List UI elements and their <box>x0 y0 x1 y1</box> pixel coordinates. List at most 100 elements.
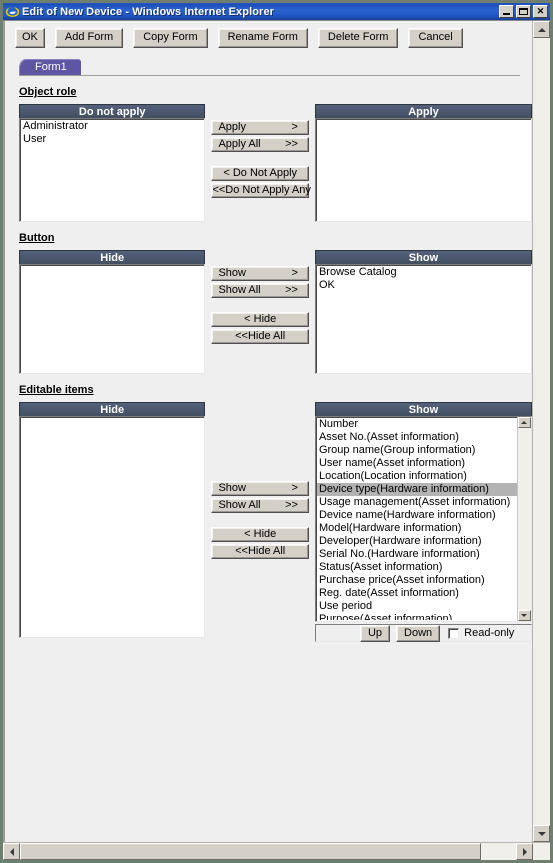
hide-all-button-label: <<Hide All <box>235 330 286 342</box>
list-item-selected[interactable]: Device type(Hardware information) <box>316 483 517 496</box>
section-title-editable-items: Editable items <box>19 384 94 396</box>
section-title-button: Button <box>19 232 55 244</box>
page-horizontal-scrollbar[interactable] <box>3 842 550 860</box>
editable-show-all-button[interactable]: Show All >> <box>211 498 309 513</box>
apply-button[interactable]: Apply > <box>211 120 309 135</box>
object-role-transfer-buttons: Apply > Apply All >> < Do Not Apply <<Do… <box>211 104 311 200</box>
object-role-left-pane: Do not apply Administrator User <box>19 104 206 222</box>
move-down-button[interactable]: Down <box>396 624 441 642</box>
button-transfer-buttons: Show > Show All >> < Hide <<Hide All <box>211 250 309 346</box>
list-item[interactable]: Purpose(Asset information) <box>317 613 517 620</box>
list-item[interactable]: Use period <box>317 600 517 613</box>
do-not-apply-any-button[interactable]: <<Do Not Apply Any <box>211 183 311 198</box>
list-item[interactable]: Developer(Hardware information) <box>317 535 517 548</box>
list-item[interactable]: Reg. date(Asset information) <box>317 587 517 600</box>
editable-hide-button[interactable]: < Hide <box>211 527 309 542</box>
do-not-apply-button[interactable]: < Do Not Apply <box>211 166 309 181</box>
show-all-button-label: Show All <box>218 284 261 296</box>
list-item[interactable]: Administrator <box>21 120 204 133</box>
read-only-checkbox[interactable] <box>448 627 460 639</box>
copy-form-button[interactable]: Copy Form <box>133 28 208 48</box>
scroll-down-icon[interactable] <box>517 610 531 621</box>
scroll-up-icon[interactable] <box>533 21 550 38</box>
list-item[interactable]: User <box>21 133 204 146</box>
hide-all-button[interactable]: <<Hide All <box>211 329 309 344</box>
list-item[interactable]: Serial No.(Hardware information) <box>317 548 517 561</box>
list-item[interactable]: Group name(Group information) <box>317 444 517 457</box>
editable-show-list[interactable]: Number Asset No.(Asset information) Grou… <box>314 416 532 622</box>
editable-left-pane: Hide <box>19 402 206 638</box>
cancel-button[interactable]: Cancel <box>408 28 463 48</box>
list-item[interactable]: Number <box>317 418 517 431</box>
form-toolbar: OK Add Form Copy Form Rename Form Delete… <box>5 21 532 54</box>
button-hide-header: Hide <box>19 250 206 264</box>
list-item[interactable]: OK <box>317 279 531 292</box>
list-item[interactable]: Status(Asset information) <box>317 561 517 574</box>
read-only-label: Read-only <box>464 627 515 639</box>
internet-explorer-icon <box>6 5 19 18</box>
window-title: Edit of New Device - Windows Internet Ex… <box>22 5 275 18</box>
do-not-apply-button-label: < Do Not Apply <box>223 167 298 179</box>
apply-all-button-label: Apply All <box>218 138 261 150</box>
minimize-button[interactable] <box>499 5 514 18</box>
editable-transfer-buttons: Show > Show All >> < Hide <<Hide All <box>211 402 309 561</box>
button-hide-list[interactable] <box>19 264 206 374</box>
delete-form-button[interactable]: Delete Form <box>317 28 399 48</box>
show-button-label: Show <box>218 267 246 279</box>
editable-show-header: Show <box>314 402 532 416</box>
browser-window: Edit of New Device - Windows Internet Ex… <box>0 0 553 863</box>
scroll-left-icon[interactable] <box>3 843 20 860</box>
object-role-left-header: Do not apply <box>19 104 206 118</box>
button-show-header: Show <box>314 250 532 264</box>
apply-all-button[interactable]: Apply All >> <box>211 137 309 152</box>
close-button[interactable]: ✕ <box>533 5 548 18</box>
editable-right-pane: Show Number Asset No.(Asset information)… <box>314 402 532 642</box>
tab-strip: Form1 <box>19 57 520 76</box>
object-role-do-not-apply-list[interactable]: Administrator User <box>19 118 206 222</box>
hide-button[interactable]: < Hide <box>211 312 309 327</box>
move-up-button[interactable]: Up <box>359 624 391 642</box>
rename-form-button[interactable]: Rename Form <box>217 28 308 48</box>
list-item[interactable]: User name(Asset information) <box>317 457 517 470</box>
window-controls: ✕ <box>499 5 548 18</box>
list-item[interactable]: Model(Hardware information) <box>317 522 517 535</box>
list-item[interactable]: Location(Location information) <box>317 470 517 483</box>
editable-show-all-button-label: Show All <box>218 499 261 511</box>
scrollbar-corner <box>533 843 550 860</box>
editable-hide-all-button[interactable]: <<Hide All <box>211 544 309 559</box>
list-item[interactable]: Usage management(Asset information) <box>317 496 517 509</box>
add-form-button[interactable]: Add Form <box>54 28 124 48</box>
list-item[interactable]: Device name(Hardware information) <box>317 509 517 522</box>
page-content: OK Add Form Copy Form Rename Form Delete… <box>3 21 532 842</box>
editable-show-button-arrow: > <box>291 482 298 494</box>
editable-show-button[interactable]: Show > <box>211 481 309 496</box>
editable-show-list-scrollbar[interactable] <box>516 417 531 621</box>
ok-button[interactable]: OK <box>15 28 45 48</box>
editable-hide-button-label: < Hide <box>244 528 277 540</box>
object-role-apply-list[interactable] <box>314 118 532 222</box>
read-only-checkbox-wrap[interactable]: Read-only <box>448 627 514 639</box>
show-button[interactable]: Show > <box>211 266 309 281</box>
apply-button-arrow: > <box>291 121 298 133</box>
horizontal-scroll-thumb[interactable] <box>20 843 482 860</box>
editable-show-list-inner: Number Asset No.(Asset information) Grou… <box>316 418 517 620</box>
horizontal-scroll-track[interactable] <box>20 843 516 860</box>
list-item[interactable]: Asset No.(Asset information) <box>317 431 517 444</box>
object-role-right-header: Apply <box>314 104 532 118</box>
hide-button-label: < Hide <box>244 313 277 325</box>
section-title-object-role: Object role <box>19 86 77 98</box>
object-role-right-pane: Apply <box>314 104 532 222</box>
editable-hide-all-button-label: <<Hide All <box>235 545 286 557</box>
scroll-up-icon[interactable] <box>517 417 531 428</box>
list-item[interactable]: Browse Catalog <box>317 266 531 279</box>
scroll-down-icon[interactable] <box>533 825 550 842</box>
page-vertical-scrollbar[interactable] <box>532 21 550 842</box>
show-all-button[interactable]: Show All >> <box>211 283 309 298</box>
list-item[interactable]: Purchase price(Asset information) <box>317 574 517 587</box>
editable-hide-list[interactable] <box>19 416 206 638</box>
button-show-list[interactable]: Browse Catalog OK <box>314 264 532 374</box>
scroll-right-icon[interactable] <box>516 843 533 860</box>
apply-all-button-arrow: >> <box>285 138 298 150</box>
maximize-button[interactable] <box>516 5 531 18</box>
tab-form1[interactable]: Form1 <box>19 59 81 75</box>
